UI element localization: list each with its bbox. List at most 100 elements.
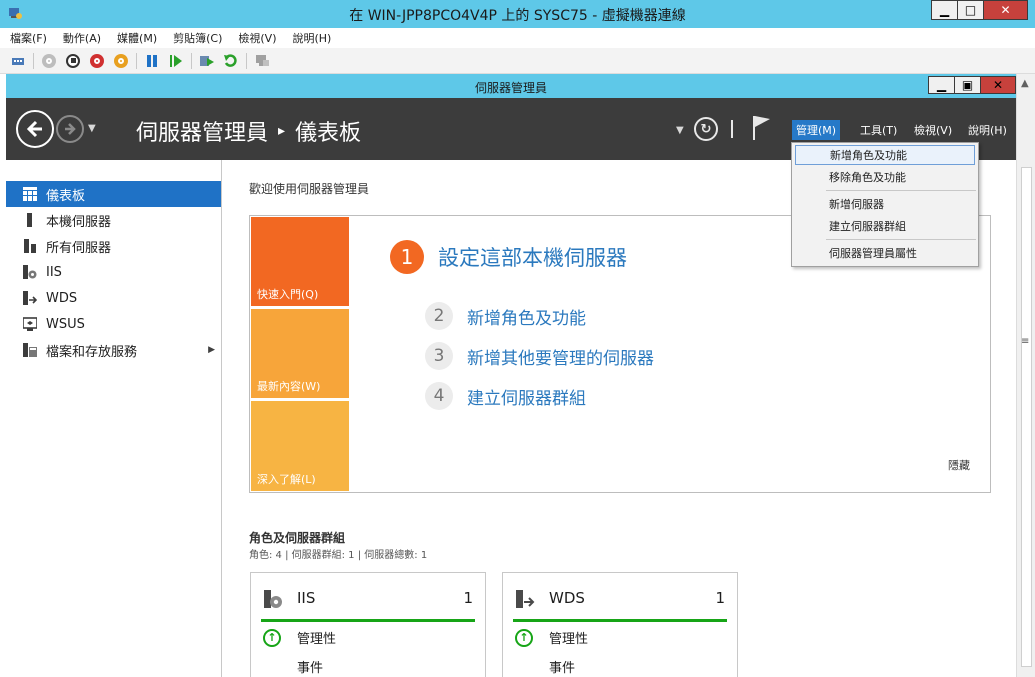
resume-button[interactable] [167,52,185,70]
role-card-wds[interactable]: WDS 1 ↑ 管理性 事件 [502,572,738,677]
vm-menu-clipboard[interactable]: 剪貼簿(C) [171,30,224,46]
tile-learn-more[interactable]: 深入了解(L) [251,401,349,491]
sidebar-item-label: WDS [46,290,78,306]
stop-icon [66,53,80,68]
sidebar-item-label: WSUS [46,316,85,332]
servers-icon [22,238,38,254]
menu-tools[interactable]: 工具(T) [856,120,901,140]
sm-restore-button[interactable]: ▣ [954,76,981,94]
menu-item-properties[interactable]: 伺服器管理員屬性 [795,243,975,263]
tile-whats-new[interactable]: 最新內容(W) [251,309,349,398]
wsus-icon [22,316,38,332]
arrow-left-icon [26,120,42,138]
role-card-iis[interactable]: IIS 1 ↑ 管理性 事件 [250,572,486,677]
sidebar-item-wds[interactable]: WDS [6,285,221,311]
menu-item-add-roles[interactable]: 新增角色及功能 [795,145,975,165]
menu-view[interactable]: 檢視(V) [910,120,956,140]
sidebar-item-file-storage[interactable]: 檔案和存放服務 ▶ [6,337,221,363]
hide-link[interactable]: 隱藏 [948,457,970,473]
sm-close-button[interactable]: ✕ [980,76,1016,94]
role-card-count: 1 [463,589,473,607]
vm-maximize-button[interactable]: □ [957,0,984,20]
turn-off-button[interactable] [64,52,82,70]
role-card-status-bar [261,619,475,622]
vertical-scrollbar[interactable]: ▲ ≡ [1016,74,1035,677]
tile-quick-start[interactable]: 快速入門(Q) [251,217,349,306]
roles-section-title: 角色及伺服器群組 [249,531,346,545]
step-add-roles[interactable]: 2 新增角色及功能 [425,302,586,330]
role-card-name: WDS [549,589,585,607]
step-configure-local-server[interactable]: 1 設定這部本機伺服器 [390,240,627,274]
resume-icon [170,54,182,67]
save-state-icon [114,53,128,68]
role-card-manageability[interactable]: ↑ 管理性 [515,628,588,647]
start-button[interactable] [40,52,58,70]
sidebar-item-wsus[interactable]: WSUS [6,311,221,337]
pause-icon [147,54,157,67]
power-icon [42,53,56,68]
save-state-button[interactable] [112,52,130,70]
nav-history-dropdown-icon[interactable]: ▼ [88,123,96,134]
ctrl-alt-del-button[interactable] [9,52,27,70]
refresh-button[interactable]: ↻ [694,117,718,141]
sidebar-item-local-server[interactable]: 本機伺服器 [6,207,221,233]
scroll-up-arrow-icon[interactable]: ▲ [1021,78,1029,89]
role-card-events[interactable]: 事件 [549,657,575,676]
vm-menu-file[interactable]: 檔案(F) [8,30,49,46]
vm-menu-bar: 檔案(F) 動作(A) 媒體(M) 剪貼簿(C) 檢視(V) 說明(H) [0,28,1035,48]
menu-manage[interactable]: 管理(M) [792,120,841,140]
back-button[interactable] [16,110,54,148]
vm-window-title: 在 WIN-JPP8PCO4V4P 上的 SYSC75 - 虛擬機器連線 [349,8,686,24]
forward-button[interactable] [56,115,84,143]
menu-item-add-servers[interactable]: 新增伺服器 [795,194,975,214]
header-dropdown-icon[interactable]: ▼ [676,125,684,136]
breadcrumb-separator-icon: ▸ [278,123,286,139]
step-number: 2 [425,302,453,330]
toolbar-separator [136,52,137,69]
step-number: 4 [425,382,453,410]
sidebar-item-label: 檔案和存放服務 [46,344,138,360]
revert-button[interactable] [222,52,240,70]
step-create-group[interactable]: 4 建立伺服器群組 [425,382,586,410]
menu-help[interactable]: 說明(H) [964,120,1011,140]
step-link[interactable]: 新增角色及功能 [467,304,586,329]
step-link[interactable]: 新增其他要管理的伺服器 [467,344,654,369]
shutdown-icon [90,53,104,68]
notifications-flag-icon[interactable] [752,115,772,141]
vm-toolbar [0,48,1035,74]
vm-minimize-button[interactable]: ▁ [931,0,958,20]
role-card-status-bar [513,619,727,622]
vm-title-bar: 在 WIN-JPP8PCO4V4P 上的 SYSC75 - 虛擬機器連線 ▁ □… [0,0,1035,28]
shutdown-button[interactable] [88,52,106,70]
role-card-events[interactable]: 事件 [297,657,323,676]
vm-menu-action[interactable]: 動作(A) [61,30,103,46]
restore-icon: ▣ [961,78,974,92]
step-add-servers[interactable]: 3 新增其他要管理的伺服器 [425,342,654,370]
close-icon: ✕ [1000,3,1011,17]
breadcrumb-root[interactable]: 伺服器管理員 [136,115,268,147]
sidebar-item-dashboard[interactable]: 儀表板 [6,181,221,207]
menu-item-remove-roles[interactable]: 移除角色及功能 [795,167,975,187]
role-card-manageability[interactable]: ↑ 管理性 [263,628,336,647]
vm-menu-media[interactable]: 媒體(M) [115,30,159,46]
vm-menu-view[interactable]: 檢視(V) [236,30,278,46]
pause-button[interactable] [143,52,161,70]
checkpoint-button[interactable] [198,52,216,70]
step-link[interactable]: 建立伺服器群組 [467,384,586,409]
status-ok-arrow-icon: ↑ [263,628,281,647]
sidebar-item-iis[interactable]: IIS [6,259,221,285]
minimize-icon: ▁ [939,3,950,17]
iis-icon [264,590,282,608]
arrow-right-icon [65,123,76,135]
sm-minimize-button[interactable]: ▁ [928,76,955,94]
expand-arrow-icon[interactable]: ▶ [208,345,215,355]
menu-separator [826,239,976,240]
enhanced-session-button[interactable] [253,52,271,70]
menu-item-create-group[interactable]: 建立伺服器群組 [795,216,975,236]
sidebar-item-all-servers[interactable]: 所有伺服器 [6,233,221,259]
vm-menu-help[interactable]: 說明(H) [290,30,333,46]
enhanced-session-icon [256,54,269,66]
scrollbar-thumb[interactable] [1021,167,1032,667]
step-link[interactable]: 設定這部本機伺服器 [438,242,627,272]
vm-close-button[interactable]: ✕ [983,0,1028,20]
